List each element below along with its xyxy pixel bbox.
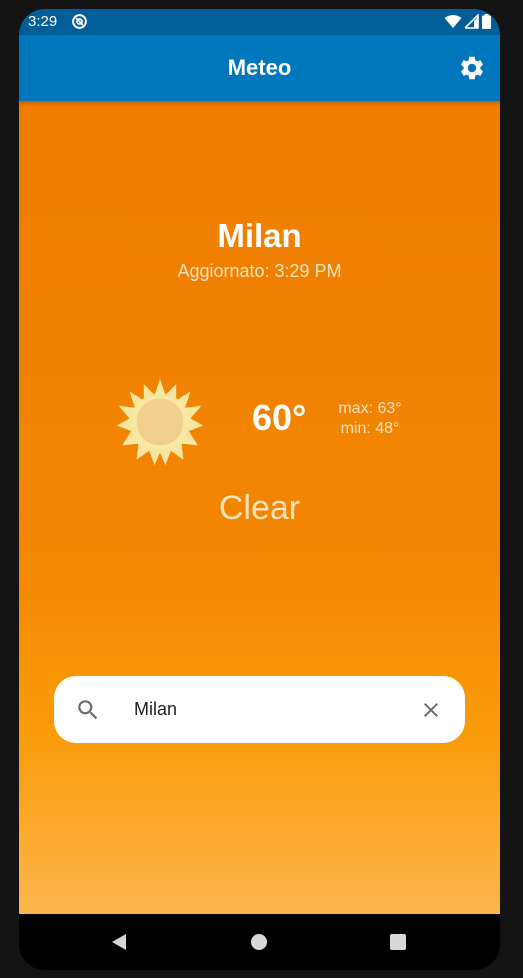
weather-condition: Clear (218, 489, 301, 527)
wifi-icon (444, 15, 462, 28)
gear-icon[interactable] (458, 54, 486, 82)
min-temperature: min: 48° (340, 420, 400, 437)
battery-icon (482, 14, 491, 29)
city-name: Milan (217, 217, 302, 254)
signal-icon (465, 14, 479, 29)
temperature-range: max: 63° min: 48° (331, 399, 409, 439)
max-temperature: max: 63° (338, 400, 402, 417)
navigation-bar (19, 914, 500, 970)
status-time: 3:29 (28, 13, 58, 30)
status-icons (444, 14, 491, 29)
home-icon[interactable] (249, 932, 269, 952)
search-icon[interactable] (75, 697, 101, 723)
updated-time: Aggiornato: 3:29 PM (177, 261, 342, 281)
status-bar: 3:29 (19, 9, 500, 35)
back-icon[interactable] (109, 932, 129, 952)
search-bar (54, 676, 465, 743)
search-input[interactable] (134, 694, 404, 724)
sun-icon (116, 378, 204, 466)
recents-icon[interactable] (388, 932, 408, 952)
app-bar: Meteo (19, 35, 500, 101)
close-icon[interactable] (419, 698, 443, 722)
device-frame: 3:29 Meteo Milan Aggiornato: 3:29 PM 60°… (0, 0, 523, 978)
notification-icon (72, 14, 87, 29)
current-temperature: 60° (252, 397, 307, 438)
phone-screen: 3:29 Meteo Milan Aggiornato: 3:29 PM 60°… (19, 9, 500, 970)
app-title: Meteo (227, 55, 292, 80)
weather-panel: Milan Aggiornato: 3:29 PM 60° max: 63° m… (19, 101, 500, 914)
